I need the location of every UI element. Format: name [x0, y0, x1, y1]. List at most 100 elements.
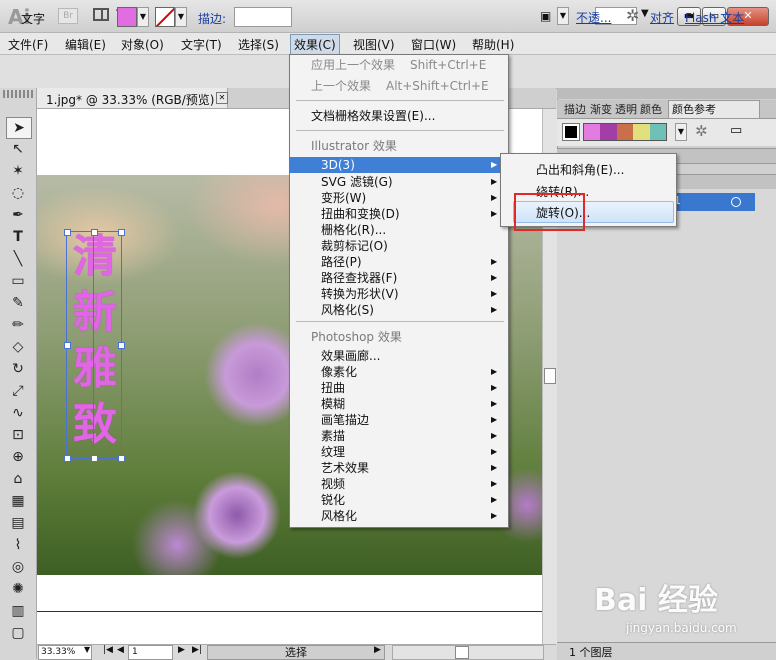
flash-text-link[interactable]: Flash 文本: [685, 9, 744, 26]
stroke-dropdown[interactable]: ▼: [175, 7, 187, 27]
menu-help[interactable]: 帮助(H): [472, 36, 514, 53]
menu-effect[interactable]: 效果(C): [290, 34, 340, 55]
menu-edit[interactable]: 编辑(E): [65, 36, 106, 53]
menu-object[interactable]: 对象(O): [121, 36, 164, 53]
fill-dropdown[interactable]: ▼: [137, 7, 149, 27]
perspective-grid-tool-icon[interactable]: ⌂: [6, 469, 30, 489]
gradient-tool-icon[interactable]: ▤: [6, 513, 30, 533]
fill-color-swatch[interactable]: [117, 7, 137, 27]
line-tool-icon[interactable]: ╲: [6, 249, 30, 269]
type-tool-icon[interactable]: T: [6, 227, 30, 247]
menu-item-sharpen[interactable]: 锐化 ▶: [289, 492, 507, 508]
menu-item-texture[interactable]: 纹理 ▶: [289, 444, 507, 460]
menu-item-stylize-ps[interactable]: 风格化 ▶: [289, 508, 507, 524]
eraser-tool-icon[interactable]: ◇: [6, 337, 30, 357]
status-mode-field[interactable]: 选择: [207, 645, 385, 660]
menu-item-artistic[interactable]: 艺术效果 ▶: [289, 460, 507, 476]
stroke-weight-input[interactable]: [234, 7, 292, 27]
menu-item-sketch[interactable]: 素描 ▶: [289, 428, 507, 444]
tab-color[interactable]: 颜色: [640, 101, 662, 117]
menu-item-video[interactable]: 视频 ▶: [289, 476, 507, 492]
menu-item-3d[interactable]: 3D(3) ▶: [289, 157, 507, 173]
rotate-tool-icon[interactable]: ↻: [6, 359, 30, 379]
menu-item-last-effect[interactable]: 上一个效果 Alt+Shift+Ctrl+E: [289, 78, 507, 94]
shape-builder-tool-icon[interactable]: ⊕: [6, 447, 30, 467]
resize-handle[interactable]: [91, 455, 98, 462]
tab-transparency[interactable]: 透明: [615, 101, 637, 117]
resize-handle[interactable]: [64, 342, 71, 349]
panel-dock-header[interactable]: [557, 88, 776, 99]
menu-item-doc-raster-settings[interactable]: 文档栅格效果设置(E)...: [289, 108, 507, 124]
eyedropper-tool-icon[interactable]: ⌇: [6, 535, 30, 555]
resize-handle[interactable]: [118, 342, 125, 349]
layer-row[interactable]: 1: [672, 193, 755, 211]
pencil-tool-icon[interactable]: ✏: [6, 315, 30, 335]
menu-item-apply-last-effect[interactable]: 应用上一个效果 Shift+Ctrl+E: [289, 57, 507, 73]
warp-tool-icon[interactable]: ∿: [6, 403, 30, 423]
menu-item-path[interactable]: 路径(P) ▶: [289, 254, 507, 270]
document-tab-title[interactable]: 1.jpg* @ 33.33% (RGB/预览): [46, 91, 215, 108]
resize-handle[interactable]: [118, 229, 125, 236]
scale-tool-icon[interactable]: ⤢: [6, 381, 30, 401]
first-artboard-icon[interactable]: |◀: [103, 645, 113, 655]
symbol-sprayer-tool-icon[interactable]: ✺: [6, 579, 30, 599]
align-link[interactable]: 对齐: [650, 9, 674, 26]
swatch[interactable]: [584, 124, 601, 140]
menu-item-blur[interactable]: 模糊 ▶: [289, 396, 507, 412]
horizontal-scroll-thumb[interactable]: [455, 646, 469, 659]
magic-wand-tool-icon[interactable]: ✶: [6, 161, 30, 181]
resize-handle[interactable]: [118, 455, 125, 462]
menu-item-brush-strokes[interactable]: 画笔描边 ▶: [289, 412, 507, 428]
menu-type[interactable]: 文字(T): [181, 36, 222, 53]
stroke-color-swatch[interactable]: [155, 7, 175, 27]
artboard-number-field[interactable]: 1: [128, 645, 173, 660]
chevron-down-icon[interactable]: ▼: [641, 8, 649, 19]
resize-handle[interactable]: [64, 229, 71, 236]
menu-window[interactable]: 窗口(W): [411, 36, 456, 53]
chevron-down-icon[interactable]: ▼: [84, 645, 90, 654]
lasso-tool-icon[interactable]: ◌: [6, 183, 30, 203]
menu-item-stylize-ai[interactable]: 风格化(S) ▶: [289, 302, 507, 318]
gear-icon[interactable]: ✲: [626, 6, 639, 25]
direct-selection-tool-icon[interactable]: ↖: [6, 139, 30, 159]
layer-target-icon[interactable]: [731, 197, 741, 207]
opacity-link[interactable]: 不透...: [576, 9, 611, 26]
close-icon[interactable]: ✕: [216, 92, 228, 104]
document-icon[interactable]: ▣: [540, 9, 551, 23]
resize-handle[interactable]: [64, 455, 71, 462]
artboard-tool-icon[interactable]: ▢: [6, 623, 30, 643]
rectangle-tool-icon[interactable]: ▭: [6, 271, 30, 291]
last-artboard-icon[interactable]: ▶|: [192, 645, 202, 655]
swatch[interactable]: [633, 124, 650, 140]
menu-item-convert-to-shape[interactable]: 转换为形状(V) ▶: [289, 286, 507, 302]
mesh-tool-icon[interactable]: ▦: [6, 491, 30, 511]
menu-view[interactable]: 视图(V): [353, 36, 395, 53]
opacity-dropdown[interactable]: ▼: [557, 7, 569, 25]
tab-gradient[interactable]: 渐变: [590, 101, 612, 117]
menu-select[interactable]: 选择(S): [238, 36, 279, 53]
vertical-scroll-thumb[interactable]: [544, 368, 556, 384]
resize-handle[interactable]: [91, 229, 98, 236]
menu-file[interactable]: 文件(F): [8, 36, 48, 53]
menu-item-rasterize[interactable]: 栅格化(R)...: [289, 222, 507, 238]
selection-bounding-box[interactable]: [64, 229, 125, 462]
swatch[interactable]: [649, 124, 667, 140]
menu-item-distort-transform[interactable]: 扭曲和变换(D) ▶: [289, 206, 507, 222]
prev-artboard-icon[interactable]: ◀: [117, 645, 124, 655]
save-swatch-group-icon[interactable]: ▭: [730, 123, 742, 138]
harmony-swatches[interactable]: [583, 123, 667, 141]
menu-item-effect-gallery[interactable]: 效果画廊...: [289, 348, 507, 364]
swatch[interactable]: [616, 124, 634, 140]
selection-tool-icon[interactable]: ➤: [6, 117, 32, 139]
free-transform-tool-icon[interactable]: ⊡: [6, 425, 30, 445]
menu-item-crop-marks[interactable]: 裁剪标记(O): [289, 238, 507, 254]
swatch[interactable]: [600, 124, 617, 140]
stroke-label[interactable]: 描边:: [198, 10, 226, 27]
tab-color-guide[interactable]: 颜色参考: [668, 100, 760, 118]
tab-stroke[interactable]: 描边: [564, 101, 586, 117]
paintbrush-tool-icon[interactable]: ✎: [6, 293, 30, 313]
gear-icon[interactable]: ✲: [695, 122, 708, 140]
bridge-button[interactable]: Br: [58, 8, 78, 24]
submenu-item-extrude-bevel[interactable]: 凸出和斜角(E)...: [536, 161, 624, 178]
tools-grip[interactable]: [3, 90, 33, 98]
